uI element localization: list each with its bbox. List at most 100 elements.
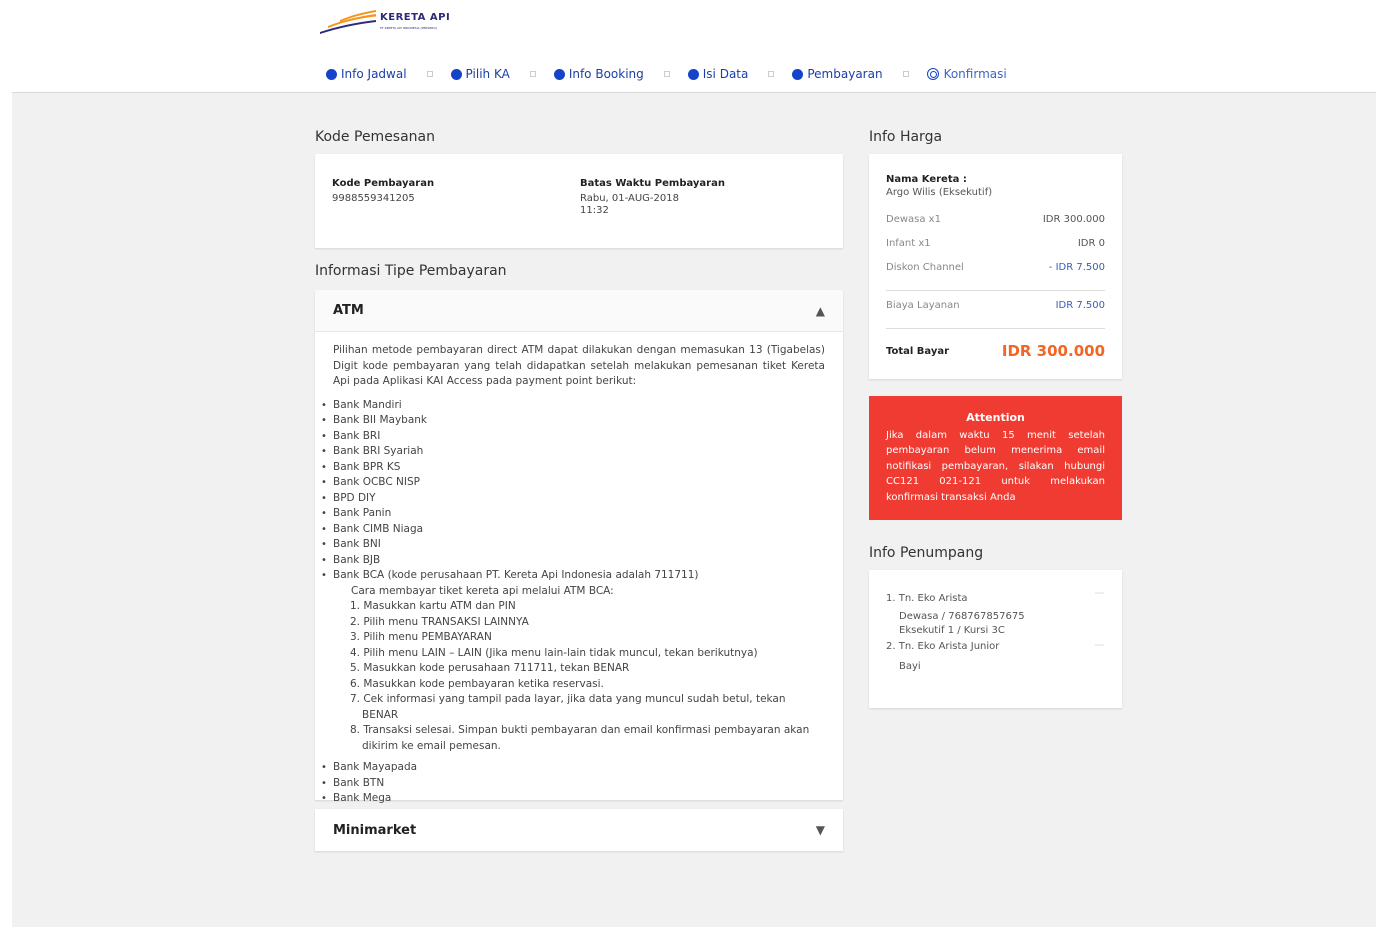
bank-item: Bank BNI [321,537,825,553]
bca-step: 5. Masukkan kode perusahaan 711711, teka… [350,662,630,674]
price-divider [886,290,1105,291]
bank-list-more: Bank Mayapada Bank BTN Bank Mega [321,760,825,807]
bca-step: 6. Masukkan kode pembayaran ketika reser… [350,677,604,690]
step-done-icon [553,68,565,80]
kode-pemesanan-card: Kode Pembayaran 9988559341205 Batas Wakt… [315,154,843,248]
total-label: Total Bayar [886,345,950,357]
batas-waktu-time: 11:32 [580,205,609,216]
step-konfirmasi[interactable]: Konfirmasi [926,67,1007,81]
bank-item: Bank Mega [321,791,825,807]
step-label: Info Jadwal [341,67,407,81]
passenger-1-name: 1. Tn. Eko Arista [886,593,968,604]
diskon-label: Diskon Channel [886,262,964,273]
step-pilih-ka[interactable]: Pilih KA [450,67,510,81]
price-row-biaya: Biaya Layanan IDR 7.500 [886,300,1105,311]
batas-waktu-date: Rabu, 01-AUG-2018 [580,193,679,204]
total-value: IDR 300.000 [1001,342,1105,360]
bank-item: Bank CIMB Niaga [321,522,825,538]
kai-logo-icon [320,10,376,34]
bca-step: 2. Pilih menu TRANSAKSI LAINNYA [350,615,529,628]
price-row-total: Total Bayar IDR 300.000 [886,342,1105,360]
tipe-pembayaran-title: Informasi Tipe Pembayaran [315,263,507,279]
passenger-2-type: Bayi [899,661,921,672]
bca-howto: Cara membayar tiket kereta api melalui A… [351,584,614,597]
bca-label: Bank BCA (kode perusahaan PT. Kereta Api… [333,569,699,581]
bank-list: Bank Mandiri Bank BII Maybank Bank BRI B… [321,398,825,755]
bca-step: 7. Cek informasi yang tampil pada layar,… [350,693,786,721]
step-done-icon [326,68,337,80]
minimarket-label: Minimarket [333,822,417,838]
header: KERETA API PT KERETA API INDONESIA (PERS… [0,0,1376,93]
step-done-icon [792,68,804,80]
bca-step: 4. Pilih menu LAIN – LAIN (Jika menu lai… [350,646,758,659]
minimarket-accordion: Minimarket ▼ [315,809,843,851]
bank-item: Bank Mandiri [321,398,825,414]
diskon-value: - IDR 7.500 [1048,262,1105,273]
alert-text: Jika dalam waktu 15 menit setelah pembay… [886,429,1105,503]
bank-item: Bank BPR KS [321,460,825,476]
step-label: Pembayaran [807,67,883,81]
bca-step: 8. Transaksi selesai. Simpan bukti pemba… [350,724,810,752]
atm-accordion-header[interactable]: ATM ▲ [315,290,843,332]
collapse-arrow-icon[interactable]: ▲ [816,304,825,318]
bank-item-bca: Bank BCA (kode perusahaan PT. Kereta Api… [321,568,825,754]
bank-item: Bank Mayapada [321,760,825,776]
bank-item: Bank BRI Syariah [321,444,825,460]
info-penumpang-title: Info Penumpang [869,545,984,561]
alert-title: Attention [966,411,1025,424]
bca-step: 1. Masukkan kartu ATM dan PIN [350,600,516,612]
kode-pembayaran-value: 9988559341205 [332,193,415,204]
passenger-2-name: 2. Tn. Eko Arista Junior [886,641,1000,652]
dewasa-value: IDR 300.000 [1042,214,1105,225]
step-label: Konfirmasi [943,67,1007,81]
atm-accordion: ATM ▲ Pilihan metode pembayaran direct A… [315,290,843,806]
bca-steps: 1. Masukkan kartu ATM dan PIN 2. Pilih m… [350,599,825,754]
bca-step: 3. Pilih menu PEMBAYARAN [350,631,492,643]
step-label: Info Booking [568,67,644,81]
infant-value: IDR 0 [1077,238,1105,249]
logo-subtext: PT KERETA API INDONESIA (PERSERO) [380,26,437,30]
kode-pemesanan-title: Kode Pemesanan [315,129,436,145]
step-label: Pilih KA [465,67,510,81]
dewasa-label: Dewasa x1 [886,214,941,225]
step-info-jadwal[interactable]: Info Jadwal [326,67,407,81]
step-info-booking[interactable]: Info Booking [553,67,644,81]
atm-accordion-body: Pilihan metode pembayaran direct ATM dap… [315,333,843,817]
bank-item: Bank BTN [321,776,825,792]
step-current-icon [926,68,939,80]
bank-item: Bank BII Maybank [321,413,825,429]
bank-item: Bank BRI [321,429,825,445]
price-row-infant: Infant x1 IDR 0 [886,238,1105,249]
biaya-label: Biaya Layanan [886,300,960,311]
info-harga-card: Nama Kereta : Argo Wilis (Eksekutif) Dew… [869,154,1122,379]
bank-item: Bank Panin [321,506,825,522]
batas-waktu-label: Batas Waktu Pembayaran [580,178,725,189]
passenger-1-seat: Eksekutif 1 / Kursi 3C [899,625,1005,636]
nama-kereta-value: Argo Wilis (Eksekutif) [886,187,993,198]
passenger-1-type: Dewasa / 768767857675 [899,611,1025,622]
logo-text: KERETA API [380,12,451,23]
bank-item: Bank OCBC NISP [321,475,825,491]
expand-arrow-icon[interactable]: ▼ [816,823,825,837]
step-isi-data[interactable]: Isi Data [687,67,748,81]
price-row-dewasa: Dewasa x1 IDR 300.000 [886,214,1105,225]
step-pembayaran[interactable]: Pembayaran [792,67,883,81]
step-done-icon [687,68,699,80]
bank-item: Bank BJB [321,553,825,569]
info-penumpang-card: 1. Tn. Eko Arista Dewasa / 768767857675 … [869,570,1122,708]
atm-intro-text: Pilihan metode pembayaran direct ATM dap… [333,344,825,387]
passenger-1-menu-icon[interactable] [1095,592,1104,594]
nama-kereta-label: Nama Kereta : [886,174,967,185]
minimarket-accordion-header[interactable]: Minimarket ▼ [315,809,843,851]
step-separator [902,71,909,77]
step-separator [768,71,775,77]
kai-logo[interactable]: KERETA API PT KERETA API INDONESIA (PERS… [318,6,468,36]
price-row-diskon: Diskon Channel - IDR 7.500 [886,262,1105,273]
passenger-list: 1. Tn. Eko Arista Dewasa / 768767857675 … [886,590,1106,675]
step-separator [663,71,670,77]
passenger-2-menu-icon[interactable] [1095,644,1104,646]
step-done-icon [450,68,462,80]
kode-pembayaran-label: Kode Pembayaran [332,178,435,189]
step-separator [426,71,433,77]
atm-label: ATM [333,303,364,318]
